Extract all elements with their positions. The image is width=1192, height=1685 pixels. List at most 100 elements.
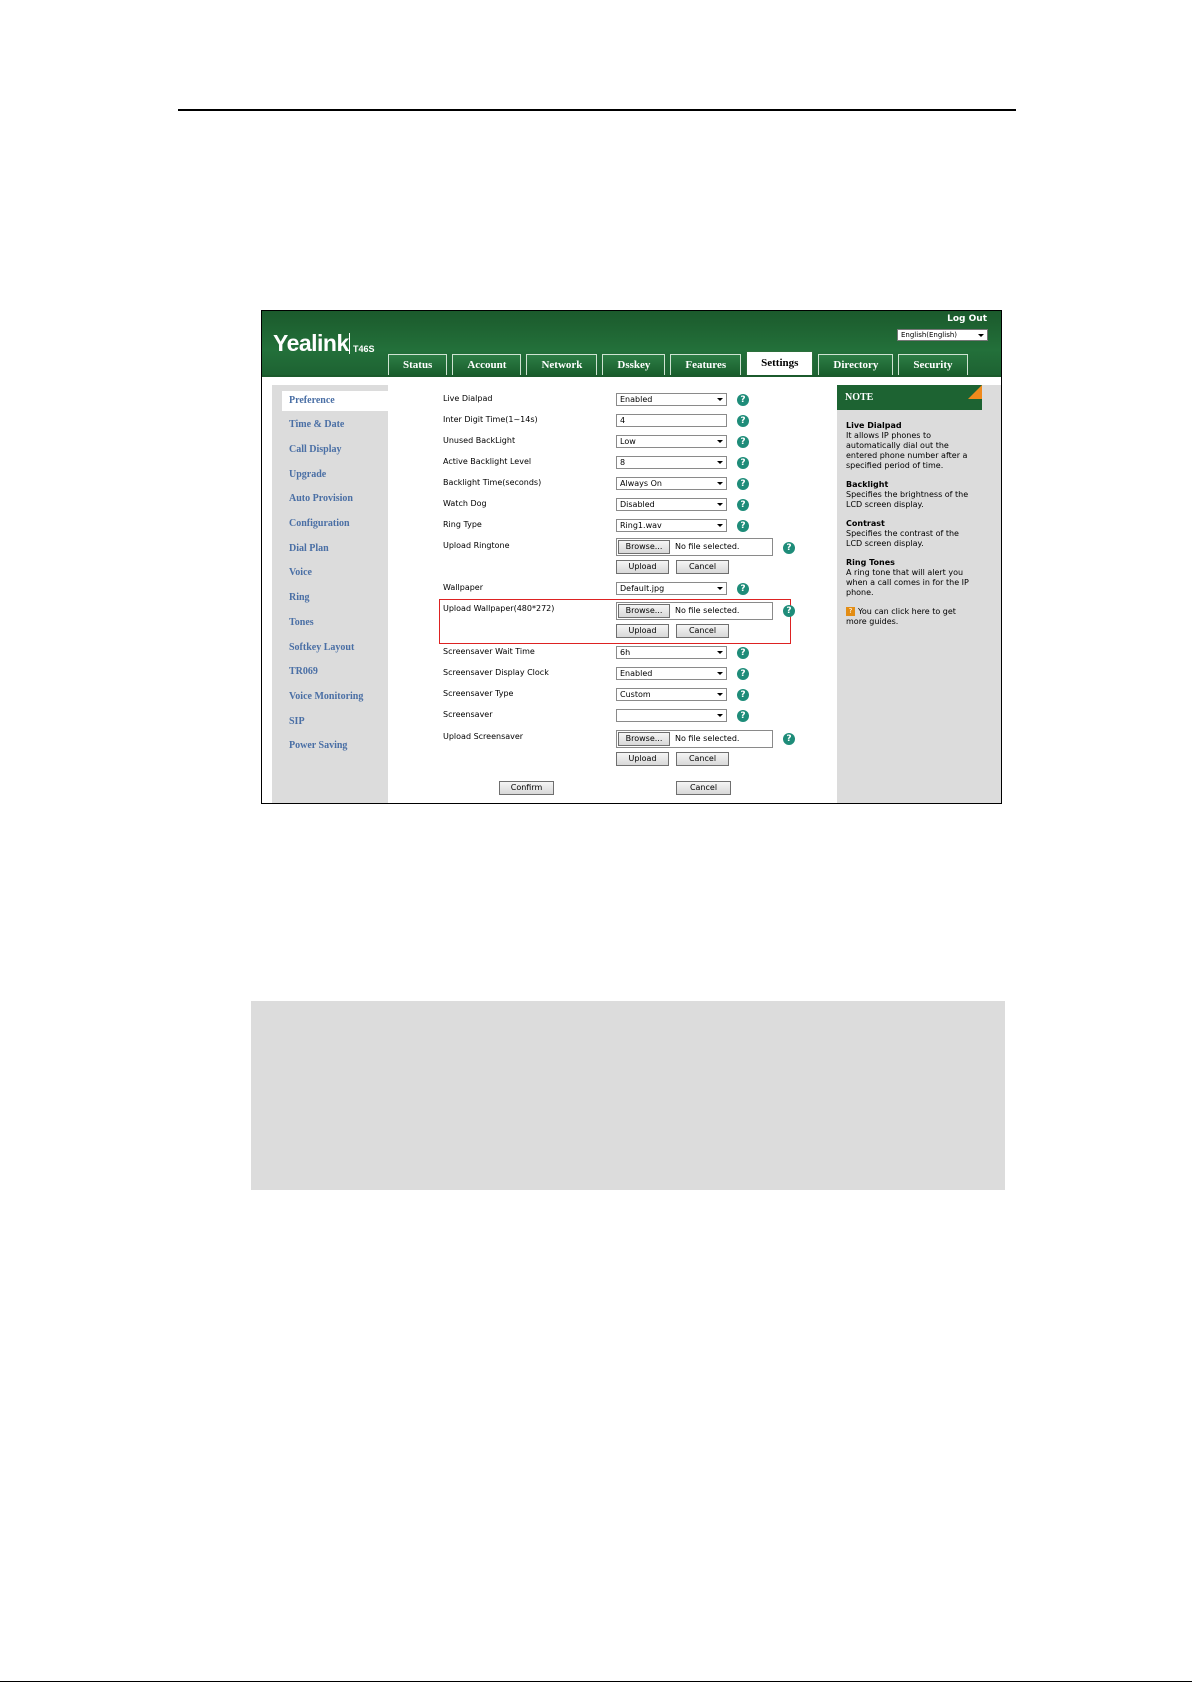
note-tip[interactable]: ? You can click here to get more guides. <box>846 607 976 627</box>
sidebar-item-call-display[interactable]: Call Display <box>272 440 388 460</box>
chevron-down-icon <box>717 440 723 443</box>
help-icon[interactable]: ? <box>783 605 795 617</box>
chevron-down-icon <box>717 587 723 590</box>
ring-type-select[interactable]: Ring1.wav <box>616 519 727 532</box>
cancel-upload-button[interactable]: Cancel <box>676 560 729 574</box>
browse-button[interactable]: Browse... <box>618 732 670 746</box>
help-icon[interactable]: ? <box>783 733 795 745</box>
screensaver-clock-label: Screensaver Display Clock <box>443 668 549 677</box>
upload-button[interactable]: Upload <box>616 560 669 574</box>
language-select[interactable]: English(English) <box>897 329 988 341</box>
inter-digit-input[interactable]: 4 <box>616 414 727 427</box>
screensaver-type-select[interactable]: Custom <box>616 688 727 701</box>
sidebar-item-preference[interactable]: Preference <box>282 391 388 411</box>
sidebar-item-voice-monitoring[interactable]: Voice Monitoring <box>272 687 388 707</box>
screensaver-clock-select[interactable]: Enabled <box>616 667 727 680</box>
tab-security[interactable]: Security <box>898 354 968 376</box>
ring-type-label: Ring Type <box>443 520 482 529</box>
tab-account[interactable]: Account <box>452 354 522 376</box>
sidebar-item-tones[interactable]: Tones <box>272 613 388 633</box>
help-icon[interactable]: ? <box>783 542 795 554</box>
wallpaper-select[interactable]: Default.jpg <box>616 582 727 595</box>
chevron-down-icon <box>717 672 723 675</box>
help-icon[interactable]: ? <box>737 710 749 722</box>
screensaver-file-input[interactable]: Browse... No file selected. <box>616 730 773 748</box>
help-icon[interactable]: ? <box>737 520 749 532</box>
sidebar-item-dial-plan[interactable]: Dial Plan <box>272 539 388 559</box>
sidebar-item-time-date[interactable]: Time & Date <box>272 415 388 435</box>
ringtone-file-input[interactable]: Browse... No file selected. <box>616 538 773 556</box>
sidebar-item-voice[interactable]: Voice <box>272 563 388 583</box>
screensaver-wait-select[interactable]: 6h <box>616 646 727 659</box>
model-label: T46S <box>353 344 375 354</box>
backlight-time-select[interactable]: Always On <box>616 477 727 490</box>
tab-status[interactable]: Status <box>388 354 448 376</box>
inter-digit-label: Inter Digit Time(1~14s) <box>443 415 538 424</box>
help-icon[interactable]: ? <box>737 478 749 490</box>
tab-features[interactable]: Features <box>670 354 742 376</box>
chevron-down-icon <box>717 461 723 464</box>
upload-button[interactable]: Upload <box>616 752 669 766</box>
chevron-down-icon <box>717 398 723 401</box>
note-heading: Ring Tones <box>846 558 895 567</box>
help-icon[interactable]: ? <box>737 499 749 511</box>
confirm-button[interactable]: Confirm <box>499 781 554 795</box>
help-icon[interactable]: ? <box>737 647 749 659</box>
unused-backlight-select[interactable]: Low <box>616 435 727 448</box>
tab-settings[interactable]: Settings <box>746 351 814 376</box>
note-tip-text[interactable]: You can click here to get more guides. <box>846 607 956 626</box>
browse-button[interactable]: Browse... <box>618 604 670 618</box>
note-section: Live Dialpad It allows IP phones to autom… <box>846 421 976 471</box>
note-corner-icon <box>968 385 982 399</box>
help-icon[interactable]: ? <box>737 415 749 427</box>
browse-button[interactable]: Browse... <box>618 540 670 554</box>
help-icon[interactable]: ? <box>737 457 749 469</box>
sidebar-item-softkey-layout[interactable]: Softkey Layout <box>272 638 388 658</box>
note-panel: NOTE Live Dialpad It allows IP phones to … <box>837 385 1001 803</box>
settings-content: Preference Time & Date Call Display Upgr… <box>262 377 1001 803</box>
live-dialpad-label: Live Dialpad <box>443 394 493 403</box>
upload-screensaver-label: Upload Screensaver <box>443 732 524 741</box>
sidebar-item-power-saving[interactable]: Power Saving <box>272 736 388 756</box>
help-icon[interactable]: ? <box>737 583 749 595</box>
upload-ringtone-label: Upload Ringtone <box>443 541 510 550</box>
note-section: Contrast Specifies the contrast of the LC… <box>846 519 976 549</box>
note-body: Live Dialpad It allows IP phones to autom… <box>846 421 976 636</box>
screensaver-select[interactable] <box>616 709 727 722</box>
sidebar-item-sip[interactable]: SIP <box>272 712 388 732</box>
backlight-time-value: Always On <box>620 479 662 488</box>
language-select-value: English(English) <box>901 331 958 339</box>
screensaver-wait-value: 6h <box>620 648 631 657</box>
cancel-button[interactable]: Cancel <box>676 781 731 795</box>
help-icon[interactable]: ? <box>737 668 749 680</box>
tab-directory[interactable]: Directory <box>818 354 894 376</box>
wallpaper-file-input[interactable]: Browse... No file selected. <box>616 602 773 620</box>
sidebar-item-auto-provision[interactable]: Auto Provision <box>272 489 388 509</box>
tab-network[interactable]: Network <box>526 354 598 376</box>
sidebar-item-upgrade[interactable]: Upgrade <box>272 465 388 485</box>
sidebar-item-configuration[interactable]: Configuration <box>272 514 388 534</box>
active-backlight-select[interactable]: 8 <box>616 456 727 469</box>
cancel-upload-button[interactable]: Cancel <box>676 624 729 638</box>
chevron-down-icon <box>978 334 984 337</box>
logout-link[interactable]: Log Out <box>947 314 987 324</box>
document-header-rule <box>178 109 1016 111</box>
chevron-down-icon <box>717 482 723 485</box>
guide-icon: ? <box>846 607 855 616</box>
live-dialpad-select[interactable]: Enabled <box>616 393 727 406</box>
help-icon[interactable]: ? <box>737 689 749 701</box>
help-icon[interactable]: ? <box>737 394 749 406</box>
chevron-down-icon <box>717 693 723 696</box>
watch-dog-select[interactable]: Disabled <box>616 498 727 511</box>
screensaver-type-value: Custom <box>620 690 651 699</box>
cancel-upload-button[interactable]: Cancel <box>676 752 729 766</box>
note-heading: Contrast <box>846 519 885 528</box>
document-footer-rule <box>0 1681 1192 1682</box>
help-icon[interactable]: ? <box>737 436 749 448</box>
sidebar-item-ring[interactable]: Ring <box>272 588 388 608</box>
watch-dog-value: Disabled <box>620 500 655 509</box>
upload-button[interactable]: Upload <box>616 624 669 638</box>
main-tabs: Status Account Network Dsskey Features S… <box>388 351 973 376</box>
sidebar-item-tr069[interactable]: TR069 <box>272 662 388 682</box>
tab-dsskey[interactable]: Dsskey <box>602 354 666 376</box>
